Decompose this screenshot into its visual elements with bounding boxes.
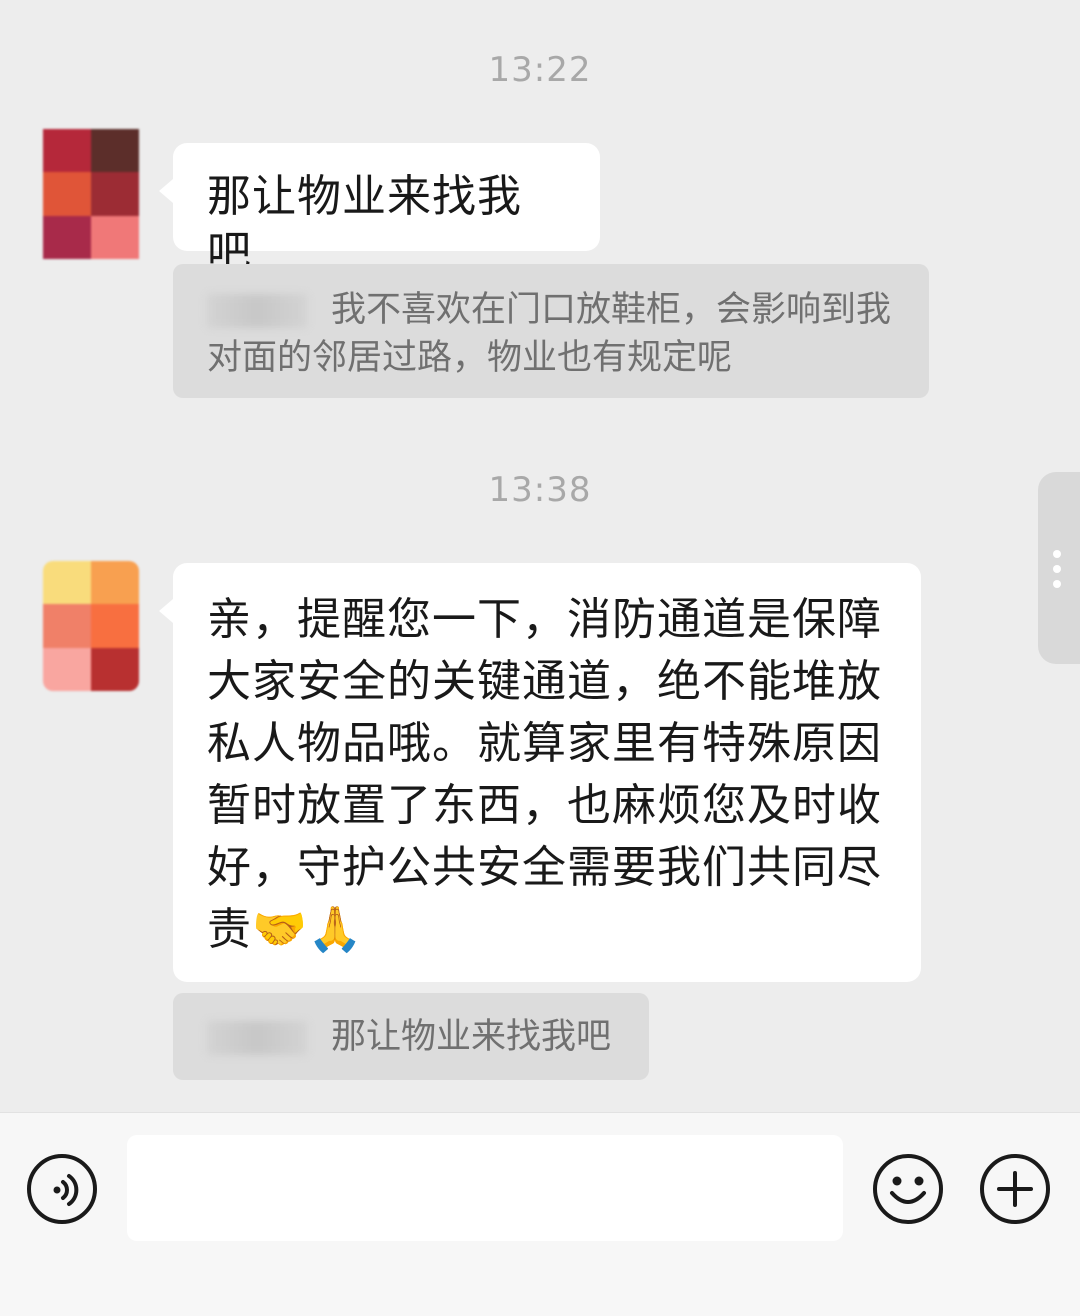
quoted-sender-blurred <box>207 1021 307 1055</box>
plus-icon[interactable] <box>979 1153 1051 1229</box>
timestamp: 13:22 <box>488 50 592 90</box>
message-text: 亲，提醒您一下，消防通道是保障大家安全的关键通道，绝不能堆放私人物品哦。就算家里… <box>207 594 882 955</box>
more-dots-icon <box>1053 550 1061 595</box>
quoted-text: 那让物业来找我吧 <box>331 1017 612 1057</box>
message-bubble[interactable]: 亲，提醒您一下，消防通道是保障大家安全的关键通道，绝不能堆放私人物品哦。就算家里… <box>159 563 921 982</box>
side-panel-handle[interactable] <box>1038 472 1080 664</box>
quoted-message[interactable]: 那让物业来找我吧 <box>173 993 649 1080</box>
emoji-icon[interactable] <box>872 1153 944 1229</box>
quoted-text: 我不喜欢在门口放鞋柜，会影响到我对面的邻居过路，物业也有规定呢 <box>207 290 892 378</box>
quoted-sender-blurred <box>207 294 307 328</box>
user-avatar[interactable] <box>43 561 139 691</box>
input-bar <box>0 1112 1080 1316</box>
message-input[interactable] <box>127 1135 843 1241</box>
contact-avatar[interactable] <box>43 129 139 259</box>
quoted-message[interactable]: 我不喜欢在门口放鞋柜，会影响到我对面的邻居过路，物业也有规定呢 <box>173 264 929 398</box>
voice-icon[interactable] <box>26 1153 98 1229</box>
timestamp: 13:38 <box>488 470 592 510</box>
message-bubble[interactable]: 那让物业来找我吧 <box>159 143 600 278</box>
